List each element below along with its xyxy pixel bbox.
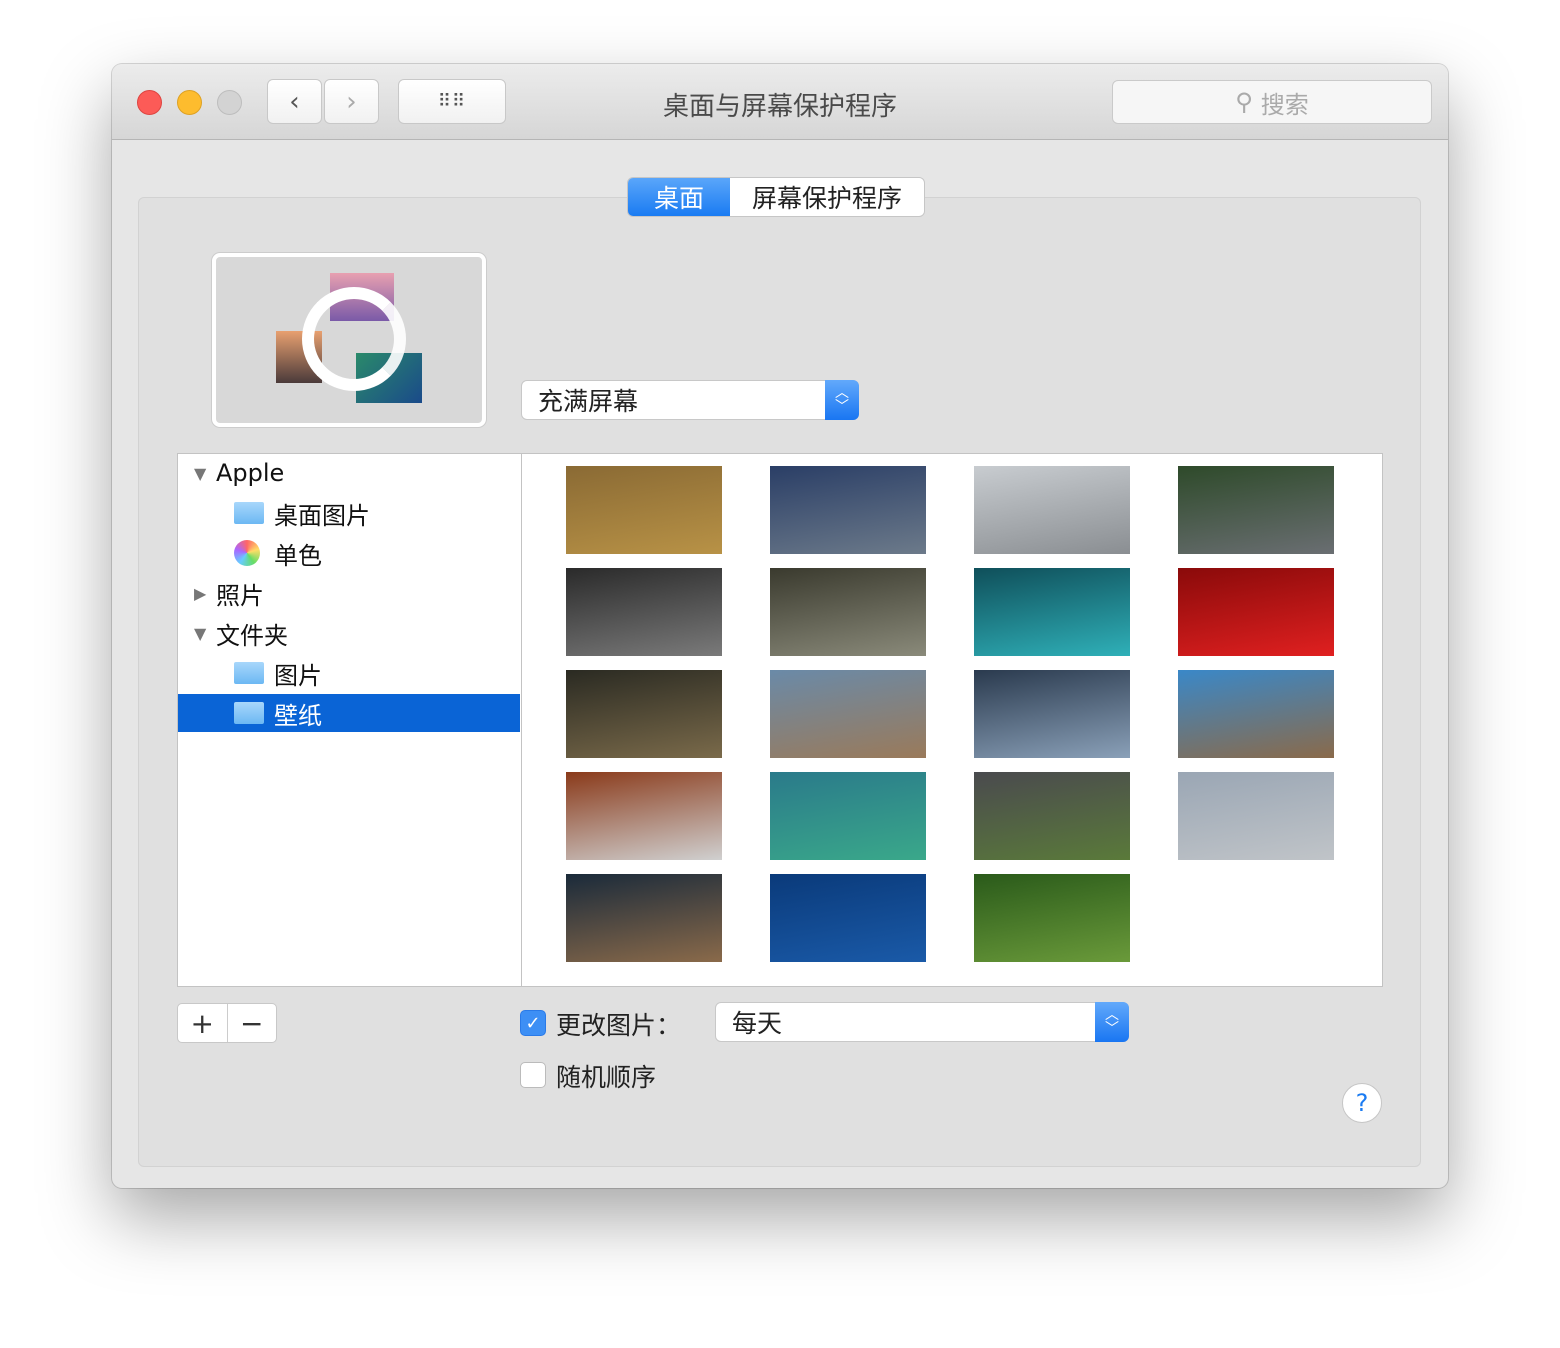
wallpaper-thumbnail[interactable]: [1178, 772, 1334, 860]
sidebar-item-label: 壁纸: [274, 701, 322, 730]
wallpaper-thumbnail[interactable]: [566, 466, 722, 554]
sidebar-item-label: Apple: [216, 459, 285, 487]
sidebar-item-pictures[interactable]: 图片: [178, 654, 520, 692]
fit-select-value: 充满屏幕: [538, 387, 639, 416]
wallpaper-thumbnail[interactable]: [1178, 568, 1334, 656]
tab-desktop[interactable]: 桌面: [628, 178, 730, 216]
color-wheel-icon: [234, 540, 260, 566]
tab-control: 桌面 屏幕保护程序: [627, 177, 926, 217]
pictures-folder-icon: [234, 662, 264, 684]
wallpaper-thumbnail[interactable]: [974, 670, 1130, 758]
wallpaper-thumbnail[interactable]: [770, 772, 926, 860]
updown-chevron-icon: ︿ ﹀: [825, 380, 859, 420]
change-picture-checkbox[interactable]: ✓: [520, 1010, 546, 1036]
source-list: ▼ Apple 桌面图片 单色 ▶ 照片 ▼ 文件夹 图片 壁纸: [177, 453, 522, 987]
add-remove-control: + −: [177, 1003, 277, 1043]
desktop-preview: [212, 253, 486, 427]
sidebar-item-label: 图片: [274, 661, 322, 690]
rotate-arrows-icon: [302, 287, 406, 391]
tab-screensaver[interactable]: 屏幕保护程序: [730, 178, 925, 216]
sidebar-item-solid-colors[interactable]: 单色: [178, 534, 520, 572]
sidebar-item-apple[interactable]: ▼ Apple: [178, 454, 520, 492]
folder-icon: [234, 702, 264, 724]
sidebar-item-photos[interactable]: ▶ 照片: [178, 574, 520, 612]
folder-icon: [234, 502, 264, 524]
title-bar: ‹ › ⠿⠿ 桌面与屏幕保护程序 ⚲ 搜索: [112, 64, 1448, 140]
fit-select[interactable]: 充满屏幕 ︿ ﹀: [521, 380, 859, 420]
random-order-checkbox[interactable]: [520, 1062, 546, 1088]
sidebar-item-label: 单色: [274, 541, 322, 570]
sidebar-item-label: 文件夹: [216, 621, 288, 650]
change-picture-label: 更改图片：: [556, 1011, 682, 1040]
wallpaper-thumbnail[interactable]: [770, 874, 926, 962]
sidebar-item-label: 照片: [216, 581, 264, 610]
wallpaper-thumbnail[interactable]: [770, 568, 926, 656]
disclosure-right-icon[interactable]: ▶: [194, 584, 216, 603]
updown-chevron-icon: ︿ ﹀: [1095, 1002, 1129, 1042]
checkmark-icon: ✓: [525, 1012, 541, 1034]
add-folder-button[interactable]: +: [178, 1004, 228, 1042]
wallpaper-thumbnail[interactable]: [974, 466, 1130, 554]
sidebar-item-wallpaper[interactable]: 壁纸: [178, 694, 520, 732]
wallpaper-thumbnail[interactable]: [974, 772, 1130, 860]
wallpaper-thumbnail[interactable]: [566, 874, 722, 962]
interval-select-value: 每天: [732, 1009, 783, 1038]
wallpaper-thumbnail[interactable]: [770, 466, 926, 554]
search-field[interactable]: ⚲ 搜索: [1112, 80, 1432, 124]
remove-folder-button[interactable]: −: [228, 1004, 277, 1042]
sidebar-item-folders[interactable]: ▼ 文件夹: [178, 614, 520, 652]
search-placeholder: 搜索: [1260, 90, 1309, 119]
wallpaper-thumbnail[interactable]: [1178, 670, 1334, 758]
wallpaper-grid: [521, 453, 1383, 987]
window: ‹ › ⠿⠿ 桌面与屏幕保护程序 ⚲ 搜索 充满屏幕 ︿ ﹀ ▼ Apple 桌面图…: [112, 64, 1448, 1188]
disclosure-down-icon[interactable]: ▼: [194, 464, 216, 483]
wallpaper-thumbnail[interactable]: [566, 670, 722, 758]
disclosure-down-icon[interactable]: ▼: [194, 624, 216, 643]
search-icon: ⚲: [1235, 88, 1253, 116]
wallpaper-thumbnail[interactable]: [974, 874, 1130, 962]
wallpaper-thumbnail[interactable]: [770, 670, 926, 758]
wallpaper-thumbnail[interactable]: [566, 568, 722, 656]
wallpaper-thumbnail[interactable]: [974, 568, 1130, 656]
interval-select[interactable]: 每天 ︿ ﹀: [715, 1002, 1129, 1042]
wallpaper-thumbnail[interactable]: [1178, 466, 1334, 554]
random-order-label: 随机顺序: [556, 1063, 657, 1092]
sidebar-item-desktop-pictures[interactable]: 桌面图片: [178, 494, 520, 532]
sidebar-item-label: 桌面图片: [274, 501, 370, 530]
wallpaper-thumbnail[interactable]: [566, 772, 722, 860]
help-button[interactable]: ?: [1342, 1083, 1382, 1123]
